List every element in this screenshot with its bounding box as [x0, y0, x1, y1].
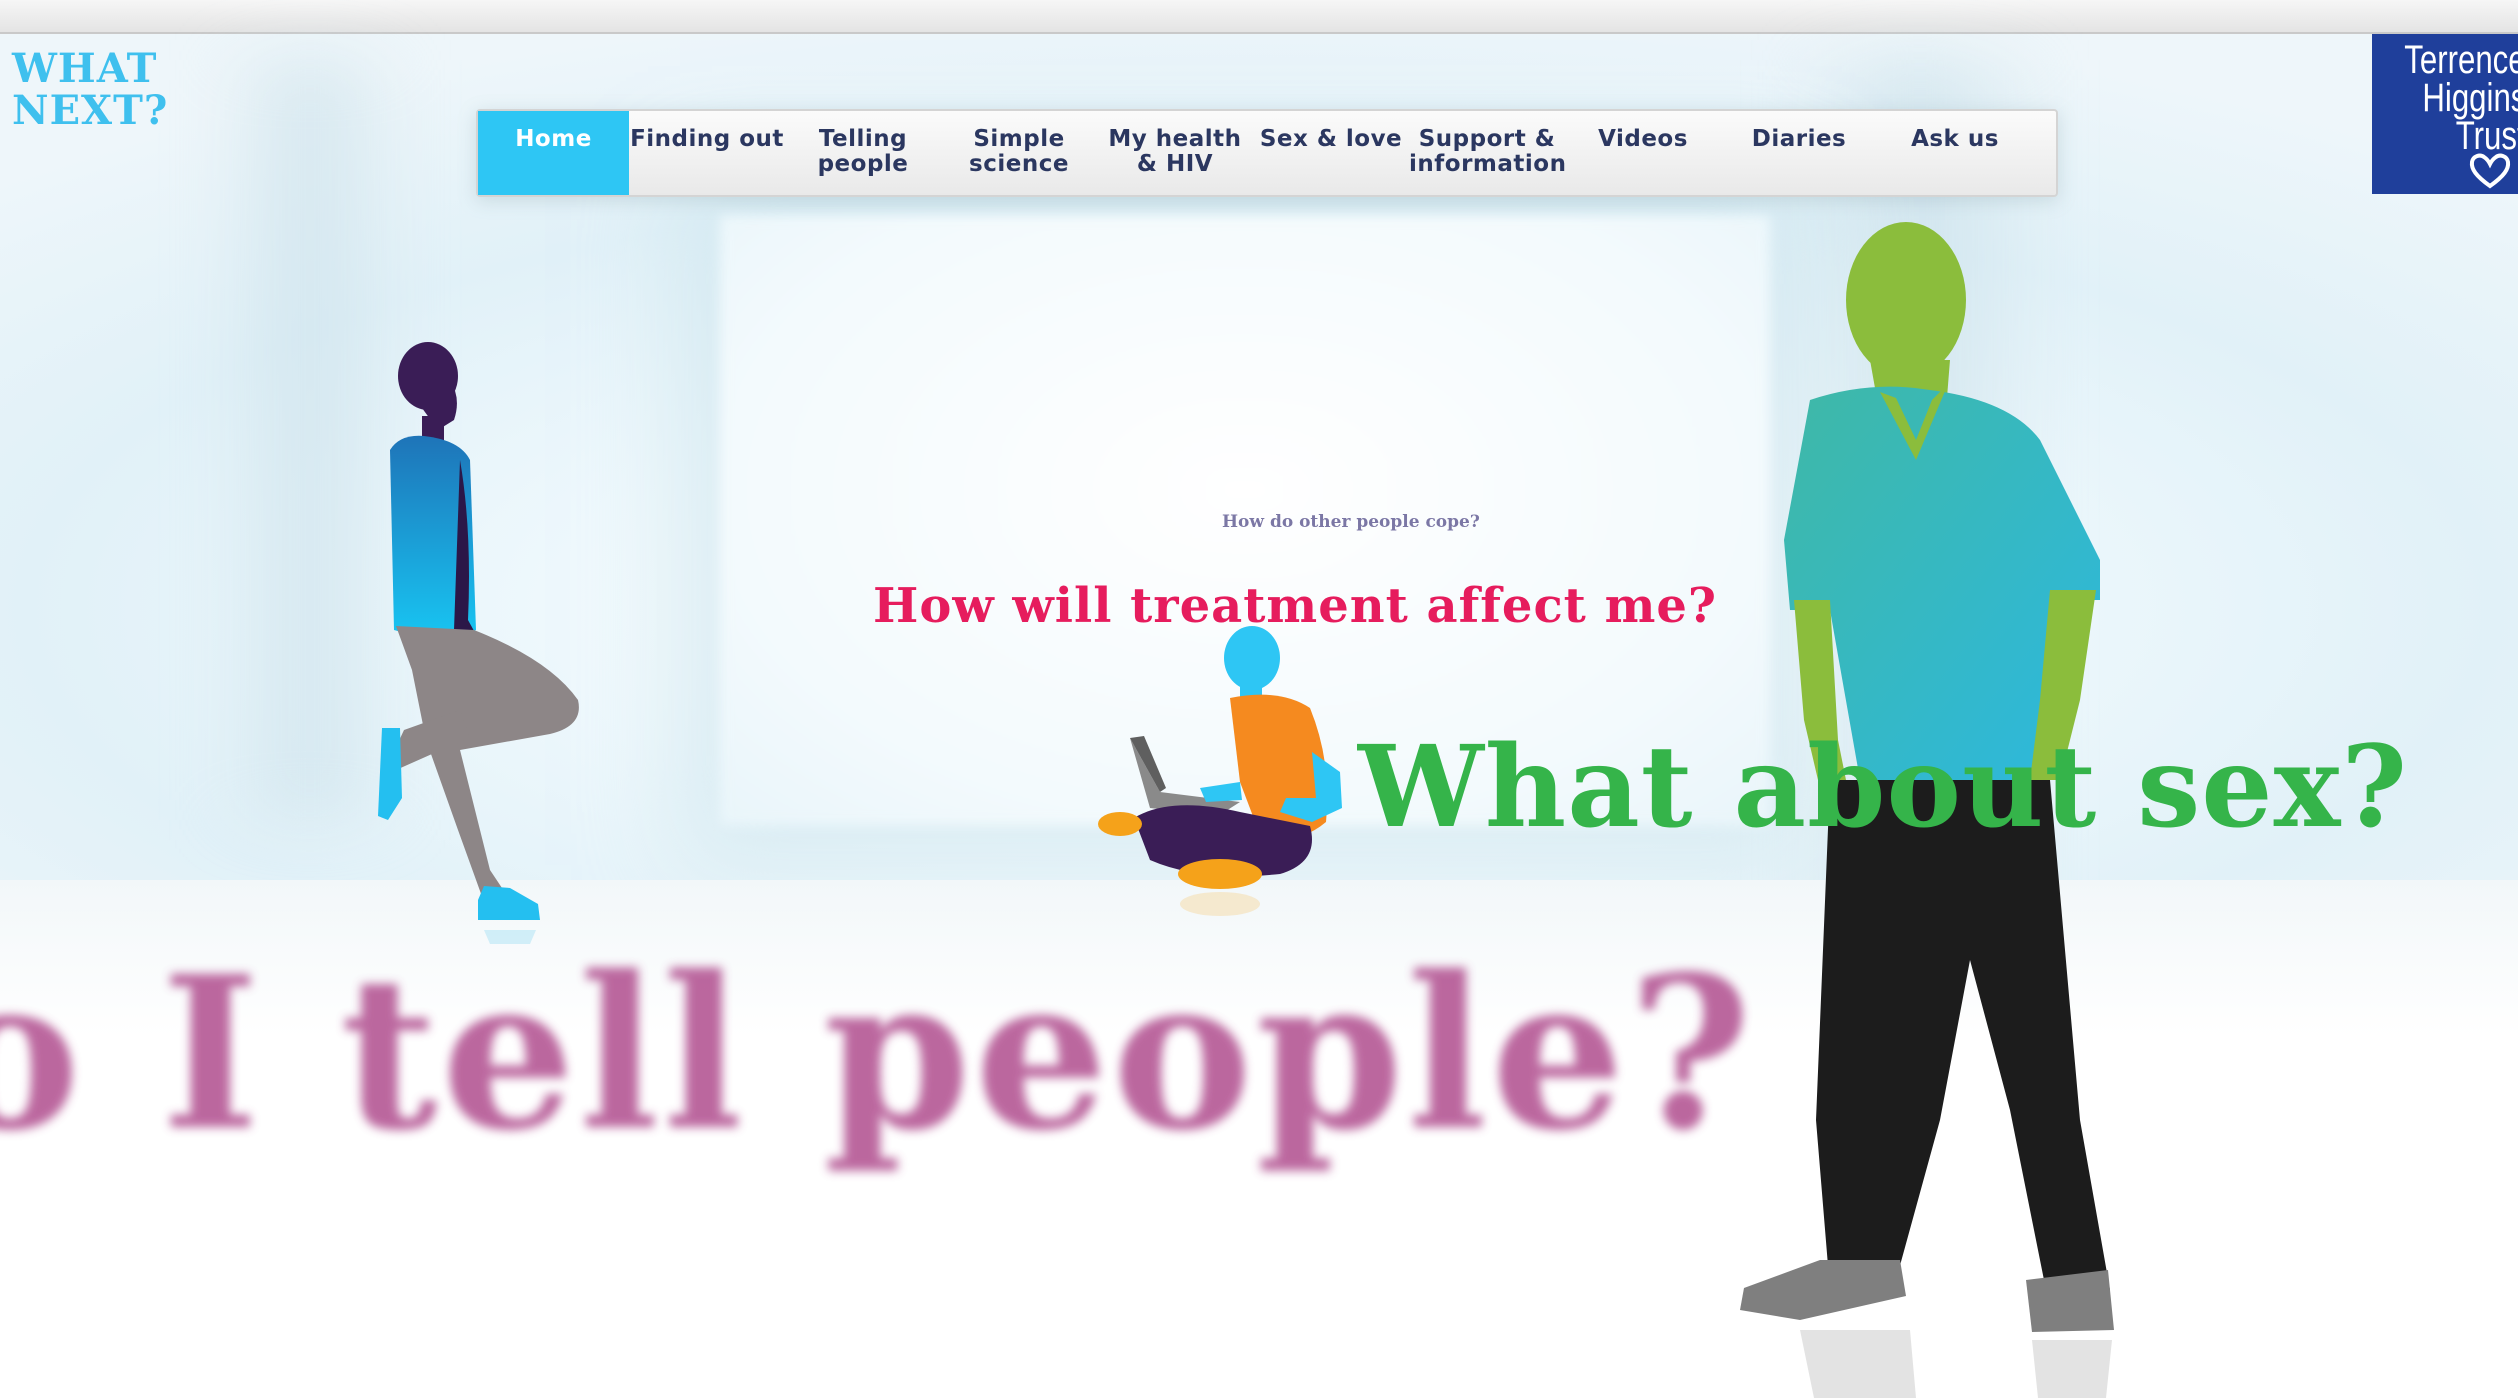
nav-diaries[interactable]: Diaries	[1721, 111, 1877, 195]
main-navigation: Home Finding out Telling people Simple s…	[476, 109, 2058, 197]
browser-top-strip	[0, 0, 2518, 34]
heart-icon	[2469, 153, 2511, 189]
person-with-laptop-figure[interactable]	[1090, 612, 1350, 922]
question-cope-link[interactable]: How do other people cope?	[1222, 512, 1480, 532]
what-next-logo[interactable]: WHAT NEXT?	[12, 45, 169, 134]
tht-logo-line-1: Terrence	[2404, 38, 2518, 82]
nav-finding-out[interactable]: Finding out	[629, 111, 785, 195]
nav-sex-love[interactable]: Sex & love	[1253, 111, 1409, 195]
logo-line-next: NEXT?	[12, 87, 169, 134]
nav-videos[interactable]: Videos	[1565, 111, 1721, 195]
nav-ask-us[interactable]: Ask us	[1877, 111, 2033, 195]
nav-support-information[interactable]: Support & information	[1409, 111, 1566, 195]
tht-logo-line-3: Trust	[2456, 114, 2518, 158]
question-sex-link[interactable]: What about sex?	[1358, 722, 2408, 853]
nav-telling-people[interactable]: Telling people	[785, 111, 941, 195]
nav-simple-science[interactable]: Simple science	[941, 111, 1097, 195]
nav-my-health-hiv[interactable]: My health & HIV	[1097, 111, 1253, 195]
question-tell-people-link[interactable]: o I tell people?	[0, 930, 1756, 1177]
nav-home[interactable]: Home	[478, 111, 629, 195]
logo-line-what: WHAT	[12, 45, 158, 92]
tht-logo-line-2: Higgins	[2421, 76, 2518, 120]
terrence-higgins-trust-logo[interactable]: Terrence Higgins Trust	[2372, 34, 2518, 194]
person-leaning-figure[interactable]	[360, 330, 600, 950]
